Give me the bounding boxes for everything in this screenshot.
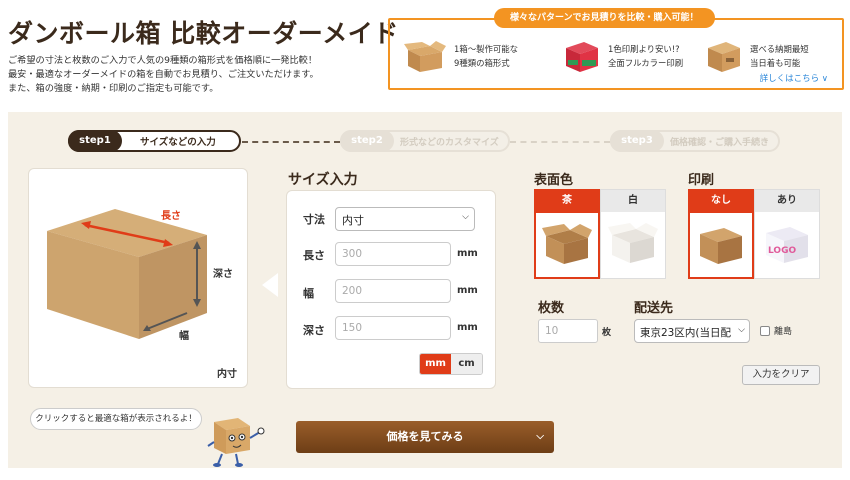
print-option-none[interactable]: なし <box>688 189 754 279</box>
box-diagram: 長さ 深さ 幅 内寸 <box>28 168 248 388</box>
length-input[interactable]: 300 <box>335 242 451 266</box>
step-connector <box>510 141 610 143</box>
quantity-input[interactable]: 10 <box>538 319 598 343</box>
brown-box-icon <box>542 224 592 264</box>
view-price-button[interactable]: 価格を見てみる ⌵ <box>296 421 554 453</box>
surface-color-heading: 表面色 <box>534 173 574 188</box>
feature-line: 1箱〜製作可能な <box>454 44 518 54</box>
quantity-unit: 枚 <box>602 328 612 338</box>
printed-box-icon <box>566 42 598 72</box>
step-indicator-2: step2 形式などのカスタマイズ <box>340 130 510 152</box>
mascot-icon <box>207 418 265 467</box>
feature-delivery: 選べる納期最短 当日着も可能 <box>704 36 809 76</box>
logo-box-icon: LOGO <box>766 227 808 263</box>
feature-text: 1箱〜製作可能な 9種類の箱形式 <box>454 42 518 70</box>
step-badge: step2 <box>340 130 394 152</box>
unit-toggle: mm cm <box>419 353 483 375</box>
shipping-select-value: 東京23区内(当日配 <box>640 327 731 339</box>
island-label: 離島 <box>774 327 793 337</box>
page-title: ダンボール箱 比較オーダーメイド <box>8 19 399 48</box>
promo-banner: 様々なパターンでお見積りを比較・購入可能！ 1箱〜製作可能な 9種類の箱形式 1… <box>388 8 844 90</box>
size-input-card: 寸法 内寸 ⌵ 長さ 300 mm 幅 200 mm 深さ 150 mm mm … <box>286 190 496 389</box>
option-image <box>601 212 665 276</box>
step-badge: step1 <box>68 130 122 152</box>
dimension-select-value: 内寸 <box>342 214 364 227</box>
feature-line: 1色印刷より安い!? <box>608 44 680 54</box>
depth-unit: mm <box>457 322 478 333</box>
length-unit: mm <box>457 248 478 259</box>
feature-line: 選べる納期最短 <box>750 44 809 54</box>
white-box-icon <box>608 223 658 263</box>
desc-line: 最安・最適なオーダーメイドの箱を自動でお見積り、ご注文いただけます。 <box>8 69 319 80</box>
inner-size-label: 内寸 <box>217 369 237 380</box>
cta-label: 価格を見てみる <box>386 430 464 443</box>
width-field-label: 幅 <box>303 287 314 300</box>
option-image <box>536 213 598 277</box>
feature-full-color: 1色印刷より安い!? 全面フルカラー印刷 <box>562 36 683 76</box>
unit-cm-button[interactable]: cm <box>451 354 482 374</box>
width-input[interactable]: 200 <box>335 279 451 303</box>
promo-tag: 様々なパターンでお見積りを比較・購入可能！ <box>494 8 715 28</box>
island-option[interactable]: 離島 <box>760 324 792 337</box>
depth-input[interactable]: 150 <box>335 316 451 340</box>
size-input-heading: サイズ入力 <box>288 172 358 188</box>
width-label: 幅 <box>179 331 189 342</box>
dimension-select[interactable]: 内寸 ⌵ <box>335 207 475 231</box>
feature-text: 選べる納期最短 当日着も可能 <box>750 42 809 70</box>
length-label: 長さ <box>161 211 181 222</box>
step-label: 価格確認・ご購入手続き <box>670 138 770 148</box>
option-label: なし <box>690 191 752 213</box>
option-image <box>690 213 752 277</box>
desc-line: また、箱の強度・納期・印刷のご指定も可能です。 <box>8 83 219 94</box>
option-image: LOGO <box>755 212 819 276</box>
print-heading: 印刷 <box>688 173 715 188</box>
step-indicator-1: step1 サイズなどの入力 <box>68 130 241 152</box>
option-label: あり <box>755 190 819 212</box>
step-label: 形式などのカスタマイズ <box>400 138 499 148</box>
feature-line: 当日着も可能 <box>750 58 801 68</box>
card-pointer <box>262 273 278 297</box>
step-badge: step3 <box>610 130 664 152</box>
unit-mm-button[interactable]: mm <box>420 354 451 374</box>
width-unit: mm <box>457 285 478 296</box>
color-option-brown[interactable]: 茶 <box>534 189 600 279</box>
dimension-label: 寸法 <box>303 213 325 226</box>
chevron-down-icon: ⌵ <box>462 212 469 222</box>
cardboard-box-icon <box>404 41 446 72</box>
step-indicator-3: step3 価格確認・ご購入手続き <box>610 130 780 152</box>
color-option-white[interactable]: 白 <box>600 189 666 279</box>
feature-box-types: 1箱〜製作可能な 9種類の箱形式 <box>402 36 518 76</box>
island-checkbox[interactable] <box>760 325 770 336</box>
clear-input-button[interactable]: 入力をクリア <box>742 365 820 385</box>
shipping-heading: 配送先 <box>634 301 674 316</box>
feature-text: 1色印刷より安い!? 全面フルカラー印刷 <box>608 42 683 70</box>
details-link[interactable]: 詳しくはこちら ∨ <box>760 72 828 84</box>
depth-field-label: 深さ <box>303 324 325 337</box>
logo-text: LOGO <box>768 246 796 256</box>
hint-bubble: クリックすると最適な箱が表示されるよ！ <box>30 408 202 430</box>
length-field-label: 長さ <box>303 249 325 262</box>
chevron-down-icon: ⌵ <box>738 325 745 335</box>
quantity-heading: 枚数 <box>538 301 565 316</box>
estimate-panel: step1 サイズなどの入力 step2 形式などのカスタマイズ step3 価… <box>8 112 842 468</box>
shipping-select[interactable]: 東京23区内(当日配 ⌵ <box>634 319 750 343</box>
desc-line: ご希望の寸法と枚数のご入力で人気の9種類の箱形式を価格順に一発比較！ <box>8 55 318 66</box>
delivery-box-icon <box>708 42 740 72</box>
feature-line: 全面フルカラー印刷 <box>608 58 684 68</box>
page-description: ご希望の寸法と枚数のご入力で人気の9種類の箱形式を価格順に一発比較！ 最安・最適… <box>8 54 319 96</box>
plain-box-icon <box>700 228 742 264</box>
depth-label: 深さ <box>213 269 233 280</box>
option-label: 茶 <box>536 191 598 213</box>
step-connector <box>242 141 340 143</box>
feature-line: 9種類の箱形式 <box>454 58 510 68</box>
page: ダンボール箱 比較オーダーメイド ご希望の寸法と枚数のご入力で人気の9種類の箱形… <box>0 0 850 480</box>
step-label: サイズなどの入力 <box>140 137 216 148</box>
option-label: 白 <box>601 190 665 212</box>
print-option-yes[interactable]: あり LOGO <box>754 189 820 279</box>
chevron-down-icon: ⌵ <box>536 431 544 442</box>
